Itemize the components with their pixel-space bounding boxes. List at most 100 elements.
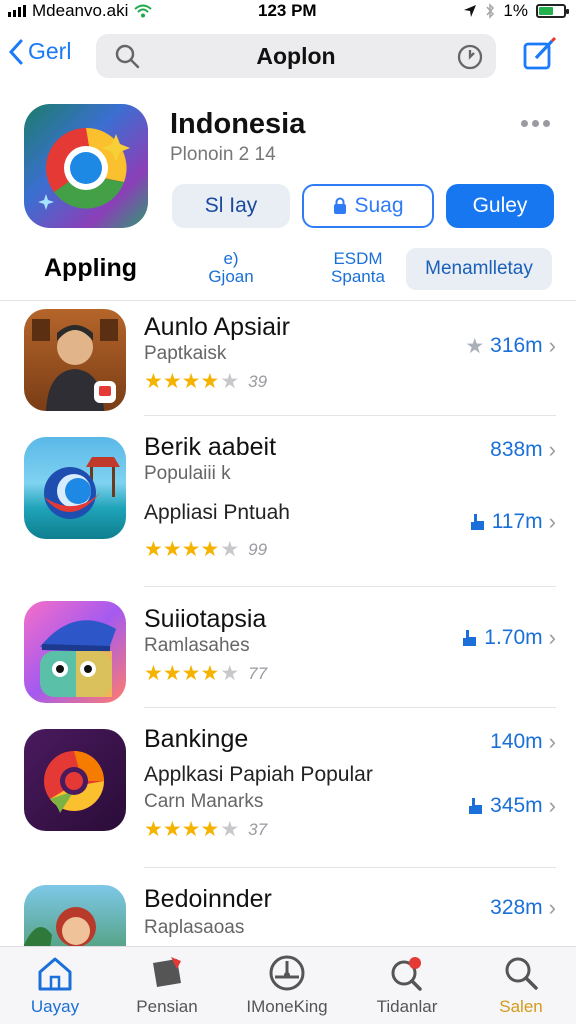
divider — [144, 707, 556, 708]
app-subtitle: Plonoin 2 14 — [170, 144, 276, 165]
list-item[interactable]: Suiiotapsia Ramlasahes ★★★★ ★ 77 1.70m › — [0, 589, 576, 707]
app-icon — [24, 309, 126, 411]
compose-icon[interactable] — [522, 36, 558, 72]
chevron-right-icon: › — [548, 793, 556, 818]
featured-app-icon[interactable] — [24, 104, 148, 228]
tab-label: Tidanlar — [376, 997, 438, 1016]
back-button[interactable]: Gerl — [8, 38, 71, 65]
updates-icon — [391, 957, 422, 991]
app-description: Applkasi Papiah Popular — [144, 763, 373, 786]
size-value: 838m — [490, 438, 543, 461]
list-item[interactable]: Bedoinnder Raplasaoas 328m › — [0, 871, 576, 946]
rating-stars: ★★★★ ★ 99 — [144, 538, 268, 561]
wizard-character-icon — [40, 620, 116, 697]
lock-icon — [334, 197, 347, 214]
rating-stars: ★★★★ ★ 39 — [144, 370, 268, 393]
person-avatar-icon — [32, 319, 118, 411]
beach-resort-icon — [44, 457, 120, 519]
app-name: Bankinge — [144, 725, 249, 753]
rating-stars: ★★★★ ★ 37 — [144, 818, 268, 841]
chevron-right-icon: › — [548, 437, 556, 462]
tab-updates[interactable]: Tidanlar — [352, 953, 462, 1017]
size-value: 140m — [490, 730, 543, 753]
app-category: Raplasaoas — [144, 917, 245, 938]
tab-today[interactable]: Uayay — [0, 953, 110, 1017]
tab-search[interactable]: Salen — [466, 953, 576, 1017]
bluetooth-icon — [486, 3, 495, 19]
chevron-right-icon: › — [548, 625, 556, 650]
category-tab-1[interactable]: e) Gjoan — [196, 250, 266, 286]
battery-icon — [536, 4, 569, 18]
app-icon — [24, 601, 126, 703]
app-category: Ramlasahes — [144, 635, 250, 656]
signal-icon — [8, 5, 26, 17]
rating-count: 37 — [248, 819, 268, 839]
app-icon — [24, 437, 126, 539]
category-tab-3[interactable]: Menamlletay — [406, 248, 552, 290]
list-item[interactable]: Aunlo Apsiair Paptkaisk ★★★★ ★ 39 ★ 316m … — [0, 301, 576, 413]
navigation-bar: Gerl Aoplon — [0, 32, 576, 82]
size-value: 328m — [490, 896, 543, 919]
rating-count: 77 — [248, 663, 268, 683]
chevron-right-icon: › — [548, 509, 556, 534]
arcade-icon — [269, 955, 305, 991]
divider — [144, 867, 556, 868]
section-title: Appling — [44, 254, 138, 282]
category-code: e) — [223, 249, 239, 268]
app-list: Aunlo Apsiair Paptkaisk ★★★★ ★ 39 ★ 316m … — [0, 300, 576, 946]
category-tab-2[interactable]: ESDM Spanta — [320, 250, 396, 286]
rating-count: 39 — [248, 371, 268, 391]
secondary-action-button[interactable]: Sl Iay — [172, 184, 290, 228]
category-code: ESDM — [333, 249, 383, 268]
games-icon — [153, 957, 181, 987]
download-size[interactable]: 345m › — [466, 793, 556, 819]
outline-action-label: Suag — [354, 194, 404, 217]
category-row: Appling e) Gjoan ESDM Spanta Menamlletay — [0, 246, 576, 294]
rating-stars: ★★★★ ★ 77 — [144, 662, 268, 685]
search-bar[interactable]: Aoplon — [96, 34, 496, 78]
category-label: Spanta — [331, 267, 385, 286]
tab-label: Uayay — [30, 997, 80, 1016]
search-title: Aoplon — [256, 42, 336, 69]
status-time: 123 PM — [258, 1, 317, 20]
person-portrait-icon — [24, 907, 96, 946]
list-item[interactable]: Bankinge Applkasi Papiah Popular Carn Ma… — [0, 711, 576, 871]
app-description: Appliasi Pntuah — [144, 501, 290, 524]
app-name: Berik aabeit — [144, 433, 277, 461]
app-category: Carn Manarks — [144, 791, 264, 812]
app-category: Paptkaisk — [144, 343, 227, 364]
tab-arcade[interactable]: IMoneKing — [232, 953, 342, 1017]
get-button[interactable]: Guley — [446, 184, 554, 228]
app-name: Suiiotapsia — [144, 605, 267, 633]
chevron-right-icon: › — [548, 895, 556, 920]
app-icon — [24, 729, 126, 831]
wifi-icon — [134, 4, 153, 18]
tab-bar: Uayay Pensian IMoneKing Tidanlar Salen — [0, 946, 576, 1024]
download-size[interactable]: 117m › — [468, 509, 556, 535]
rating-count: 99 — [248, 539, 268, 559]
more-options-icon[interactable] — [521, 120, 550, 127]
app-size: 328m › — [490, 895, 556, 921]
search-icon — [505, 957, 538, 990]
banking-logo-icon — [44, 751, 104, 813]
outline-action-button[interactable]: Suag — [302, 184, 434, 228]
home-icon — [38, 957, 72, 991]
hand-point-icon — [470, 514, 484, 530]
chevron-right-icon: › — [548, 729, 556, 754]
hand-point-icon — [463, 630, 477, 646]
list-item[interactable]: Berik aabeit Populaiii k Appliasi Pntuah… — [0, 419, 576, 585]
size-value: 345m — [490, 794, 543, 817]
app-icon — [24, 885, 126, 946]
tab-games[interactable]: Pensian — [112, 953, 222, 1017]
size-value: 117m — [491, 510, 543, 533]
app-name: Bedoinnder — [144, 885, 272, 913]
divider — [144, 415, 556, 416]
history-icon[interactable] — [456, 43, 484, 71]
app-title: Indonesia — [170, 108, 306, 140]
chevron-right-icon: › — [548, 333, 556, 358]
hand-point-icon — [469, 798, 483, 814]
carrier-label: Mdeanvo.aki — [32, 1, 129, 20]
location-arrow-icon — [464, 5, 477, 17]
download-size[interactable]: 1.70m › — [460, 625, 556, 651]
app-name: Aunlo Apsiair — [144, 313, 290, 341]
